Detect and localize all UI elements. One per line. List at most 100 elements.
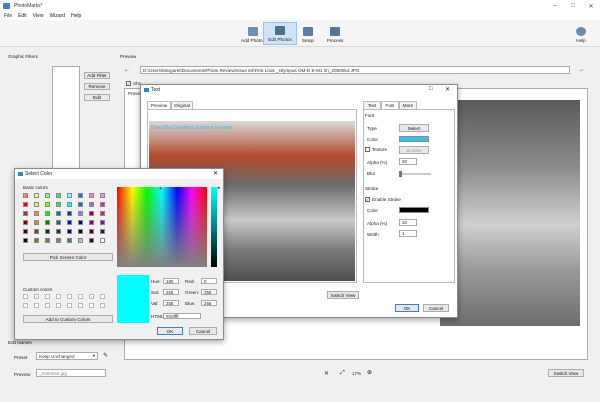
expand-icon[interactable]: ⤢: [340, 370, 345, 377]
custom-color-swatch[interactable]: [89, 294, 94, 299]
basic-color-swatch[interactable]: [23, 211, 28, 216]
preset-select[interactable]: Keep Unchanged ▾: [36, 352, 98, 360]
font-select-button[interactable]: Select: [399, 124, 429, 132]
custom-color-swatch[interactable]: [67, 294, 72, 299]
menu-file[interactable]: File: [4, 13, 12, 19]
basic-color-swatch[interactable]: [56, 202, 61, 207]
basic-color-swatch[interactable]: [56, 220, 61, 225]
color-ok-button[interactable]: OK: [157, 327, 183, 335]
basic-color-swatch[interactable]: [67, 211, 72, 216]
basic-color-swatch[interactable]: [89, 193, 94, 198]
tab-preview[interactable]: Preview: [147, 101, 171, 109]
browse-button[interactable]: Browse: [399, 146, 429, 154]
custom-color-swatch[interactable]: [34, 294, 39, 299]
basic-color-swatch[interactable]: [45, 202, 50, 207]
basic-color-swatch[interactable]: [78, 193, 83, 198]
text-dialog-close-icon[interactable]: ✕: [445, 86, 450, 93]
pencil-icon[interactable]: ✎: [103, 352, 109, 359]
basic-color-swatch[interactable]: [78, 238, 83, 243]
value-slider-handle[interactable]: ◂: [217, 185, 220, 191]
alpha-stepper[interactable]: 20: [399, 158, 417, 165]
next-arrow-icon[interactable]: →: [578, 67, 584, 73]
basic-color-swatch[interactable]: [100, 202, 105, 207]
maximize-icon[interactable]: □: [564, 0, 582, 12]
basic-color-swatch[interactable]: [67, 193, 72, 198]
custom-color-swatch[interactable]: [45, 294, 50, 299]
basic-color-swatch[interactable]: [34, 193, 39, 198]
blur-slider-handle[interactable]: [399, 171, 402, 177]
basic-color-swatch[interactable]: [56, 229, 61, 234]
basic-color-swatch[interactable]: [78, 211, 83, 216]
basic-color-swatch[interactable]: [67, 229, 72, 234]
hue-stepper[interactable]: 180: [163, 278, 179, 284]
green-stepper[interactable]: 255: [201, 289, 217, 295]
blur-slider[interactable]: [399, 173, 431, 175]
basic-color-swatch[interactable]: [23, 238, 28, 243]
custom-color-swatch[interactable]: [45, 303, 50, 308]
prev-arrow-icon[interactable]: ←: [124, 67, 130, 73]
text-dialog-maximize-icon[interactable]: □: [429, 86, 433, 92]
color-spectrum[interactable]: [117, 187, 207, 267]
custom-color-swatch[interactable]: [100, 294, 105, 299]
process-button[interactable]: Process: [318, 22, 352, 45]
basic-color-swatch[interactable]: [78, 220, 83, 225]
font-color-swatch[interactable]: [399, 136, 429, 142]
basic-color-swatch[interactable]: [56, 193, 61, 198]
basic-color-swatch[interactable]: [78, 229, 83, 234]
tab-font[interactable]: Font: [381, 101, 399, 109]
close-icon[interactable]: ✕: [582, 0, 600, 12]
basic-color-swatch[interactable]: [89, 229, 94, 234]
menu-wizard[interactable]: Wizard: [49, 13, 65, 19]
val-stepper[interactable]: 255: [163, 300, 179, 306]
custom-color-swatch[interactable]: [78, 294, 83, 299]
tab-more[interactable]: More: [399, 101, 417, 109]
menu-view[interactable]: View: [33, 13, 44, 19]
basic-color-swatch[interactable]: [67, 202, 72, 207]
text-switch-view-button[interactable]: Switch View: [327, 291, 359, 299]
pick-screen-color-button[interactable]: Pick Screen Color: [23, 253, 113, 261]
stroke-color-swatch[interactable]: [399, 207, 429, 213]
basic-color-swatch[interactable]: [34, 211, 39, 216]
basic-color-swatch[interactable]: [23, 229, 28, 234]
edit-filter-button[interactable]: Edit: [84, 94, 110, 101]
basic-color-swatch[interactable]: [100, 193, 105, 198]
basic-color-swatch[interactable]: [56, 238, 61, 243]
basic-color-swatch[interactable]: [45, 211, 50, 216]
enable-stroke-checkbox[interactable]: ✓: [365, 197, 370, 202]
custom-color-swatch[interactable]: [34, 303, 39, 308]
custom-color-swatch[interactable]: [56, 294, 61, 299]
basic-color-swatch[interactable]: [100, 229, 105, 234]
basic-color-swatch[interactable]: [100, 211, 105, 216]
basic-color-swatch[interactable]: [23, 193, 28, 198]
basic-color-swatch[interactable]: [89, 202, 94, 207]
text-ok-button[interactable]: OK: [395, 304, 419, 312]
basic-color-swatch[interactable]: [34, 238, 39, 243]
basic-color-swatch[interactable]: [100, 220, 105, 225]
custom-color-swatch[interactable]: [78, 303, 83, 308]
tab-text[interactable]: Text: [363, 101, 381, 109]
basic-color-swatch[interactable]: [56, 211, 61, 216]
basic-color-swatch[interactable]: [34, 220, 39, 225]
show-checkbox[interactable]: ✓: [126, 81, 131, 86]
sat-stepper[interactable]: 255: [163, 289, 179, 295]
basic-color-swatch[interactable]: [45, 220, 50, 225]
custom-color-swatch[interactable]: [67, 303, 72, 308]
text-cancel-button[interactable]: Cancel: [423, 304, 449, 312]
basic-color-swatch[interactable]: [45, 229, 50, 234]
tab-original[interactable]: Original: [171, 101, 193, 109]
basic-color-swatch[interactable]: [89, 211, 94, 216]
color-cancel-button[interactable]: Cancel: [189, 327, 217, 335]
custom-color-swatch[interactable]: [23, 303, 28, 308]
custom-color-swatch[interactable]: [23, 294, 28, 299]
blue-stepper[interactable]: 255: [201, 300, 217, 306]
custom-color-swatch[interactable]: [56, 303, 61, 308]
basic-color-swatch[interactable]: [45, 193, 50, 198]
basic-color-swatch[interactable]: [34, 202, 39, 207]
custom-color-swatch[interactable]: [100, 303, 105, 308]
basic-color-swatch[interactable]: [34, 229, 39, 234]
add-filter-button[interactable]: Add Filter: [84, 72, 110, 79]
custom-color-swatch[interactable]: [89, 303, 94, 308]
zoom-in-icon[interactable]: ⊕: [367, 369, 372, 376]
basic-color-swatch[interactable]: [78, 202, 83, 207]
basic-color-swatch[interactable]: [89, 220, 94, 225]
